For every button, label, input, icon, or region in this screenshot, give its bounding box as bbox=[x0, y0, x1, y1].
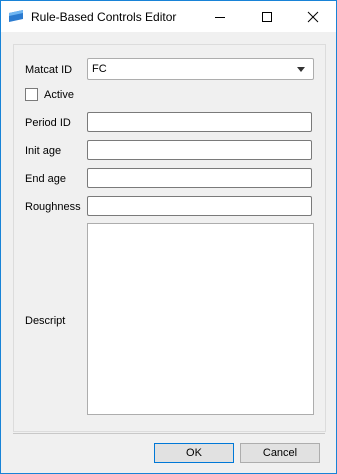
descript-textarea[interactable] bbox=[87, 223, 314, 415]
app-icon bbox=[8, 9, 24, 23]
matcat-combobox[interactable]: FC bbox=[87, 58, 314, 80]
dialog-window: Rule-Based Controls Editor Matcat ID FC bbox=[0, 0, 337, 474]
minimize-button[interactable] bbox=[197, 1, 243, 32]
maximize-button[interactable] bbox=[244, 1, 290, 32]
init-age-label: Init age bbox=[25, 145, 62, 157]
ok-button[interactable]: OK bbox=[154, 443, 234, 463]
close-button[interactable] bbox=[290, 1, 336, 32]
roughness-label: Roughness bbox=[25, 201, 81, 213]
window-title: Rule-Based Controls Editor bbox=[31, 10, 177, 24]
footer-divider bbox=[13, 433, 325, 434]
active-label: Active bbox=[44, 89, 74, 101]
minimize-icon bbox=[215, 17, 225, 18]
period-label: Period ID bbox=[25, 117, 71, 129]
descript-label: Descript bbox=[25, 315, 66, 327]
roughness-input[interactable] bbox=[87, 196, 312, 216]
title-bar[interactable]: Rule-Based Controls Editor bbox=[1, 1, 336, 32]
form-panel: Matcat ID FC Active Period ID Init age E… bbox=[13, 44, 326, 432]
matcat-label: Matcat ID bbox=[25, 64, 73, 76]
end-age-input[interactable] bbox=[87, 168, 312, 188]
cancel-button[interactable]: Cancel bbox=[240, 443, 320, 463]
matcat-value: FC bbox=[92, 63, 107, 75]
close-icon bbox=[307, 11, 319, 23]
init-age-input[interactable] bbox=[87, 140, 312, 160]
chevron-down-icon bbox=[297, 67, 305, 72]
period-input[interactable] bbox=[87, 112, 312, 132]
end-age-label: End age bbox=[25, 173, 66, 185]
maximize-icon bbox=[262, 12, 272, 22]
active-checkbox[interactable] bbox=[25, 88, 38, 101]
